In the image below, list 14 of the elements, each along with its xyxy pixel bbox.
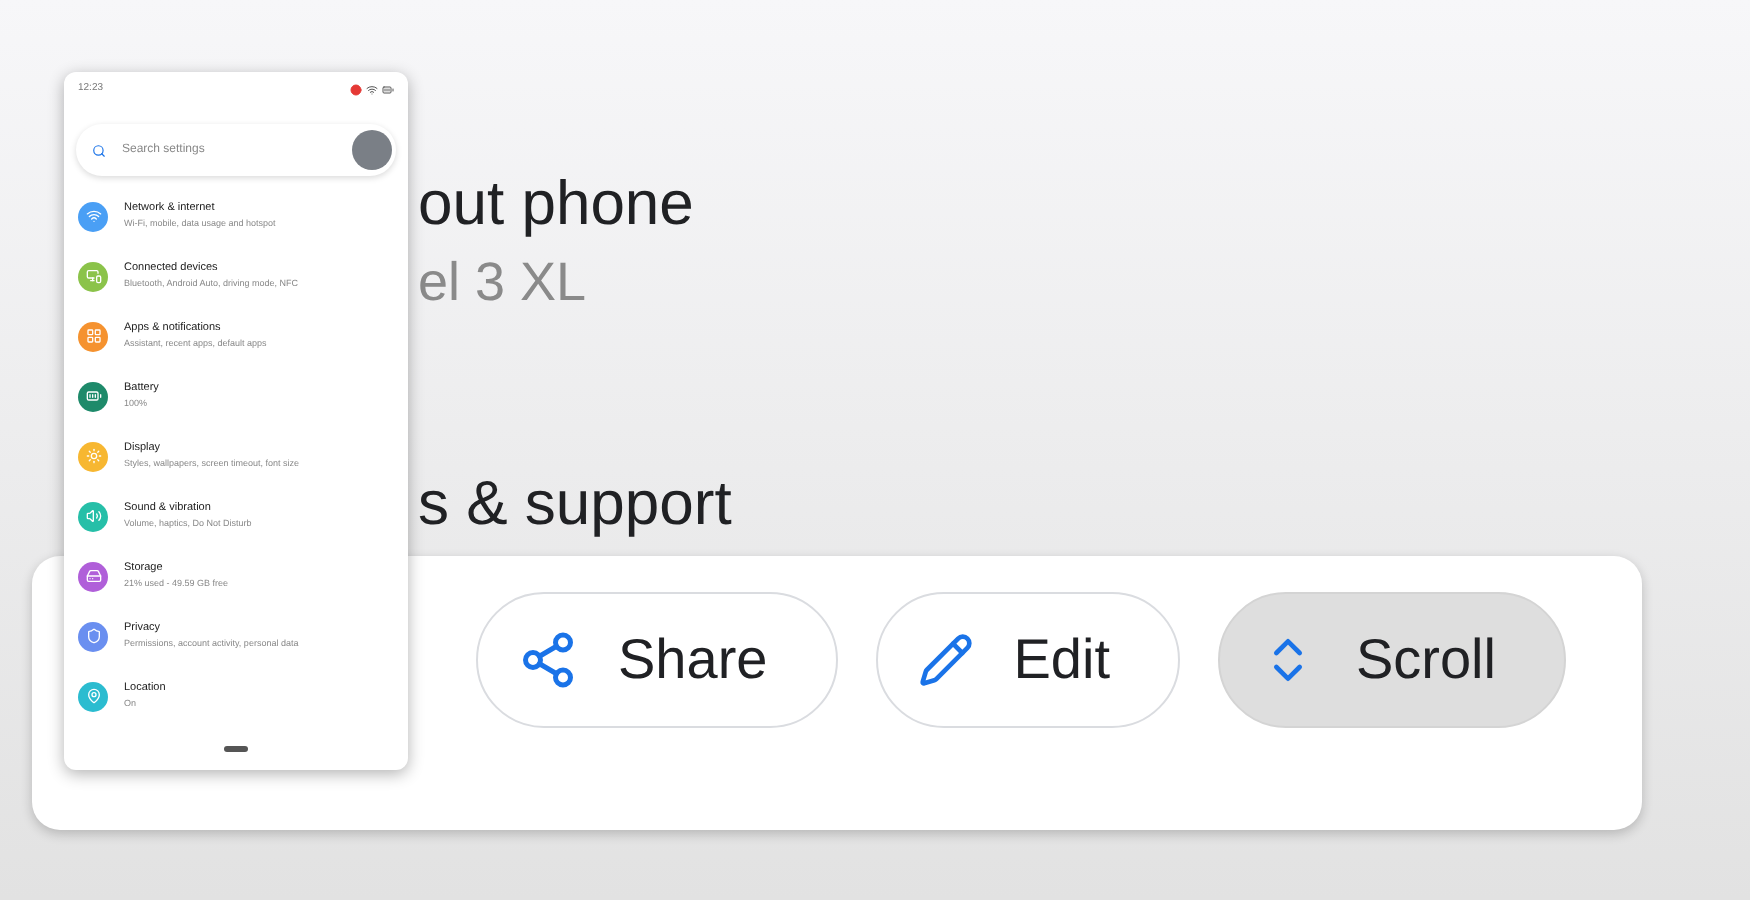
- share-icon: [518, 629, 578, 689]
- battery-status-icon: [382, 84, 394, 96]
- about-phone-title: out phone: [418, 166, 696, 242]
- edit-button[interactable]: Edit: [875, 591, 1180, 727]
- notification-icon: [350, 84, 362, 96]
- model-subtitle: el 3 XL: [418, 250, 589, 316]
- home-handle-icon: [224, 745, 248, 751]
- search-icon: [92, 143, 106, 157]
- wifi-status-icon: [366, 84, 378, 96]
- scroll-button[interactable]: Scroll: [1217, 591, 1566, 727]
- avatar-icon: [352, 130, 392, 170]
- pencil-icon: [917, 631, 974, 687]
- support-title: s & support: [418, 466, 734, 542]
- share-button[interactable]: Share: [476, 591, 838, 727]
